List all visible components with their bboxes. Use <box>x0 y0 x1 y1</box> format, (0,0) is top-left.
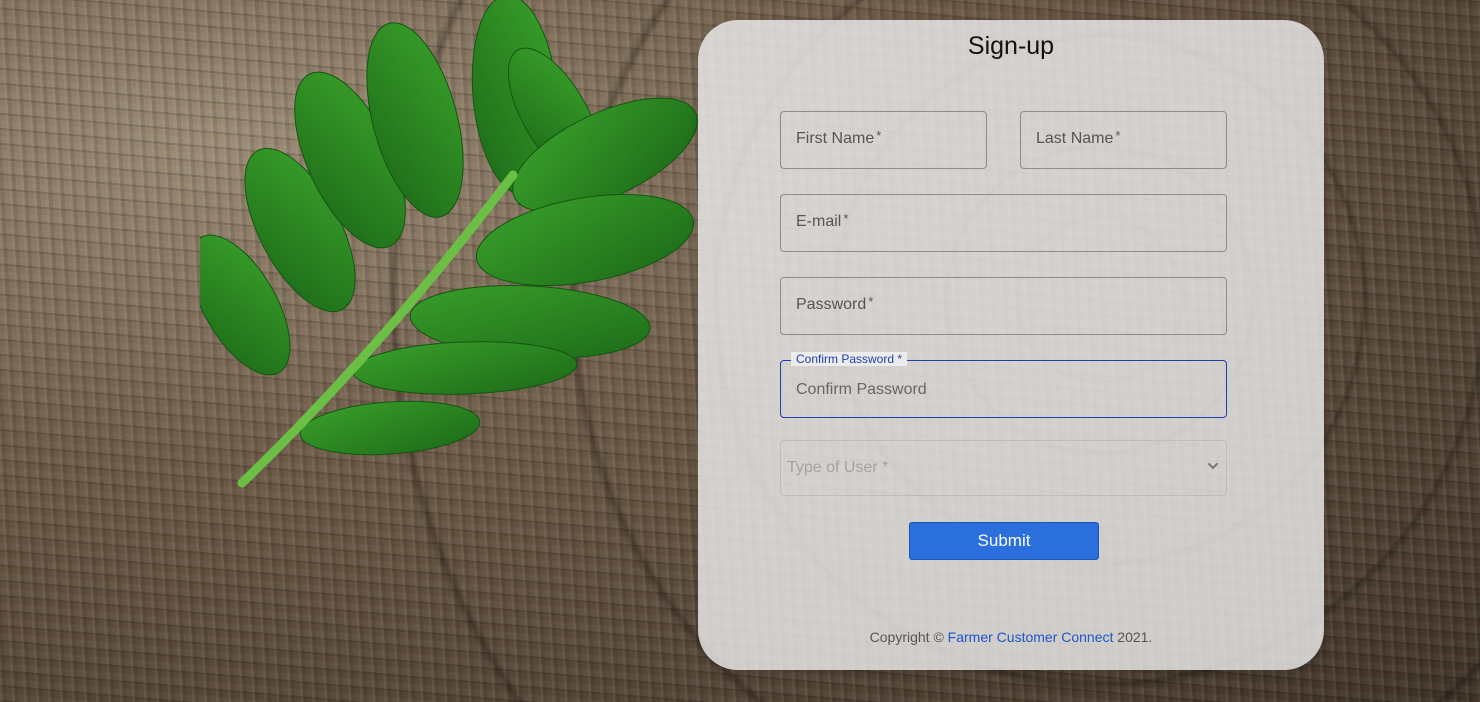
password-label: Password * <box>796 294 874 313</box>
first-name-label: First Name * <box>796 128 882 147</box>
confirm-password-field[interactable]: Confirm Password * Confirm Password <box>780 352 1227 418</box>
email-label: E-mail * <box>796 211 849 230</box>
leaf-image <box>200 0 698 488</box>
last-name-field[interactable]: Last Name * <box>1020 111 1227 169</box>
user-type-label: Type of User * <box>787 459 889 476</box>
signup-panel: Sign-up First Name * Last Name * E-mail * P… <box>698 20 1324 670</box>
copyright-suffix: 2021. <box>1113 629 1153 645</box>
last-name-label: Last Name * <box>1036 128 1121 147</box>
confirm-password-placeholder: Confirm Password <box>796 381 927 398</box>
confirm-password-label: Confirm Password * <box>791 352 908 366</box>
copyright-prefix: Copyright © <box>869 629 948 645</box>
form-title: Sign-up <box>967 32 1055 60</box>
copyright-footer: Copyright © Farmer Customer Connect 2021… <box>698 629 1324 645</box>
password-field[interactable]: Password * <box>780 277 1227 335</box>
first-name-field[interactable]: First Name * <box>780 111 987 169</box>
chevron-down-icon <box>1208 463 1218 470</box>
farmer-customer-connect-link[interactable]: Farmer Customer Connect <box>948 629 1114 645</box>
user-type-select[interactable]: Type of User * <box>780 440 1227 496</box>
email-field[interactable]: E-mail * <box>780 194 1227 252</box>
submit-button[interactable]: Submit <box>909 522 1099 560</box>
